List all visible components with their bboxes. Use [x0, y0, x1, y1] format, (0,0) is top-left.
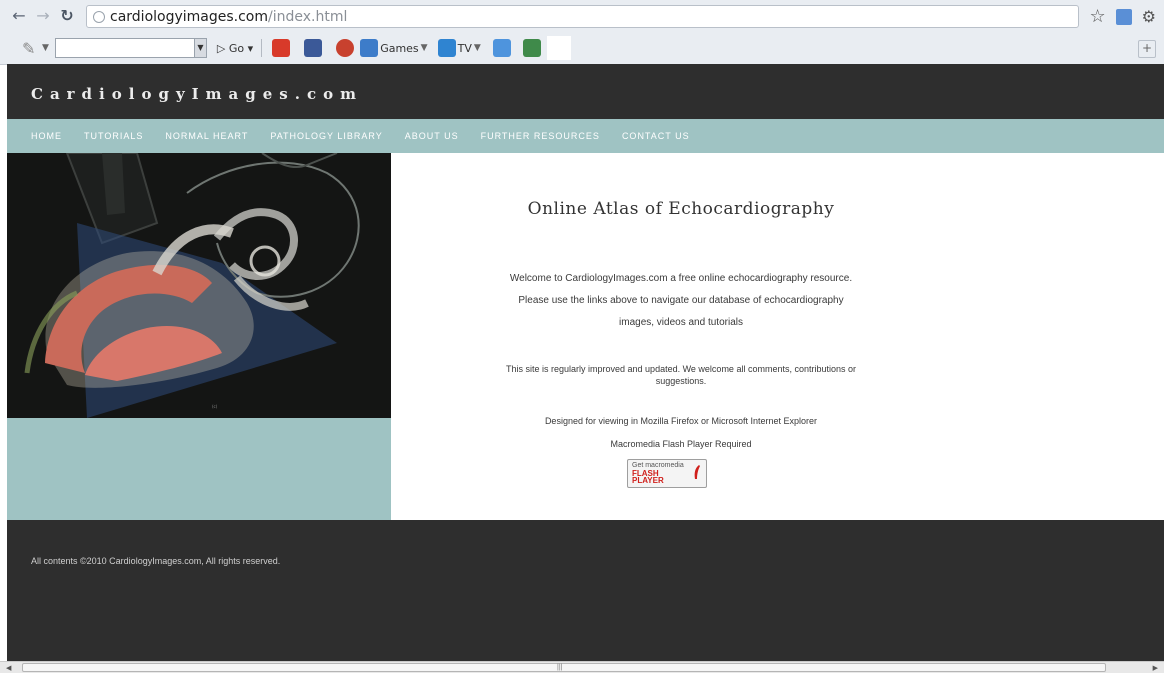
- svg-text:(c): (c): [212, 404, 218, 409]
- site-title[interactable]: CardiologyImages.com: [31, 85, 363, 103]
- page-heading: Online Atlas of Echocardiography: [527, 199, 835, 219]
- scrollbar-grip-icon: |||: [557, 664, 563, 671]
- welcome-paragraph: Welcome to CardiologyImages.com a free o…: [391, 268, 971, 334]
- address-row: ← → ↻ cardiologyimages.com/index.html ☆ …: [0, 0, 1164, 32]
- youtube-icon[interactable]: [272, 39, 291, 57]
- url-path: /index.html: [268, 8, 348, 25]
- nav-tutorials[interactable]: TUTORIALS: [84, 131, 143, 141]
- nav-about-us[interactable]: ABOUT US: [405, 131, 459, 141]
- go-button[interactable]: ▷ Go ▾: [217, 42, 253, 55]
- search-dropdown-button[interactable]: ▼: [194, 38, 207, 58]
- toolbar-blank-slot: [546, 36, 571, 60]
- go-label: Go: [228, 41, 245, 55]
- horizontal-scrollbar[interactable]: ◀ ||| ▶: [0, 661, 1164, 673]
- site-footer: All contents ©2010 CardiologyImages.com,…: [7, 520, 1164, 661]
- chevron-down-icon[interactable]: ▼: [474, 43, 481, 53]
- site-info-icon[interactable]: [93, 10, 105, 23]
- main-content: Online Atlas of Echocardiography Welcome…: [391, 153, 1164, 520]
- browser-chrome: ← → ↻ cardiologyimages.com/index.html ☆ …: [0, 0, 1164, 65]
- facebook-icon[interactable]: [304, 39, 323, 57]
- scroll-right-icon[interactable]: ▶: [1153, 664, 1158, 672]
- browser-actions: ☆ ⚙: [1090, 6, 1156, 27]
- games-icon[interactable]: [360, 39, 379, 57]
- toolbar-search-input[interactable]: [54, 38, 195, 58]
- nav-pathology-library[interactable]: PATHOLOGY LIBRARY: [270, 131, 382, 141]
- wrench-icon[interactable]: ⚙: [1142, 7, 1156, 26]
- tv-button[interactable]: TV: [458, 42, 472, 55]
- page-icon[interactable]: [1115, 8, 1132, 25]
- picture-icon[interactable]: [522, 39, 541, 57]
- forward-icon[interactable]: →: [34, 7, 52, 25]
- improved-paragraph: This site is regularly improved and upda…: [391, 363, 971, 387]
- message-icon[interactable]: [492, 39, 511, 57]
- ladybug-icon[interactable]: [336, 39, 355, 57]
- welcome-line-2: Please use the links above to navigate o…: [518, 295, 844, 306]
- toolbar-divider: [261, 39, 263, 57]
- main-nav: HOME TUTORIALS NORMAL HEART PATHOLOGY LI…: [7, 119, 1164, 153]
- flash-logo-icon: [694, 465, 700, 479]
- url-host: cardiologyimages.com: [110, 8, 269, 25]
- back-icon[interactable]: ←: [10, 7, 28, 25]
- tv-icon[interactable]: [437, 39, 456, 57]
- flash-badge-line-2: PLAYER: [632, 476, 664, 485]
- nav-contact-us[interactable]: CONTACT US: [622, 131, 690, 141]
- toolbar-row: ✎ ▼ ▼ ▷ Go ▾ Games ▼ TV ▼ +: [0, 33, 1164, 63]
- add-icon[interactable]: +: [1138, 40, 1156, 58]
- improved-line-2: suggestions.: [655, 376, 707, 386]
- nav-home[interactable]: HOME: [31, 131, 62, 141]
- browser-note: Designed for viewing in Mozilla Firefox …: [544, 416, 818, 426]
- hero-section: (c) Online Atlas of Echocardiography Wel…: [7, 153, 1164, 520]
- chevron-down-icon[interactable]: ▼: [42, 43, 49, 53]
- scroll-left-icon[interactable]: ◀: [6, 664, 11, 672]
- welcome-line-1: Welcome to CardiologyImages.com a free o…: [509, 273, 853, 284]
- scrollbar-thumb[interactable]: |||: [22, 663, 1106, 672]
- star-icon[interactable]: ☆: [1090, 6, 1106, 27]
- games-button[interactable]: Games: [380, 42, 418, 55]
- site-header: CardiologyImages.com: [7, 64, 1164, 119]
- flash-required-note: Macromedia Flash Player Required: [610, 439, 752, 449]
- flash-badge-top: Get macromedia: [632, 462, 684, 469]
- nav-list: HOME TUTORIALS NORMAL HEART PATHOLOGY LI…: [31, 119, 712, 153]
- heart-illustration-art: (c): [7, 153, 391, 418]
- address-bar[interactable]: cardiologyimages.com/index.html: [86, 5, 1079, 28]
- copyright-text: All contents ©2010 CardiologyImages.com,…: [31, 556, 281, 566]
- nav-further-resources[interactable]: FURTHER RESOURCES: [481, 131, 600, 141]
- nav-normal-heart[interactable]: NORMAL HEART: [165, 131, 248, 141]
- toolbar-logo-icon[interactable]: ✎: [22, 39, 40, 58]
- reload-icon[interactable]: ↻: [58, 7, 76, 25]
- heart-illustration: (c): [7, 153, 391, 418]
- hero-below-panel: [7, 418, 391, 520]
- welcome-line-3: images, videos and tutorials: [619, 317, 743, 328]
- page: CardiologyImages.com HOME TUTORIALS NORM…: [7, 64, 1164, 661]
- chevron-down-icon[interactable]: ▼: [421, 43, 428, 53]
- get-flash-player-button[interactable]: Get macromedia FLASH PLAYER: [627, 459, 707, 488]
- improved-line-1: This site is regularly improved and upda…: [506, 364, 856, 374]
